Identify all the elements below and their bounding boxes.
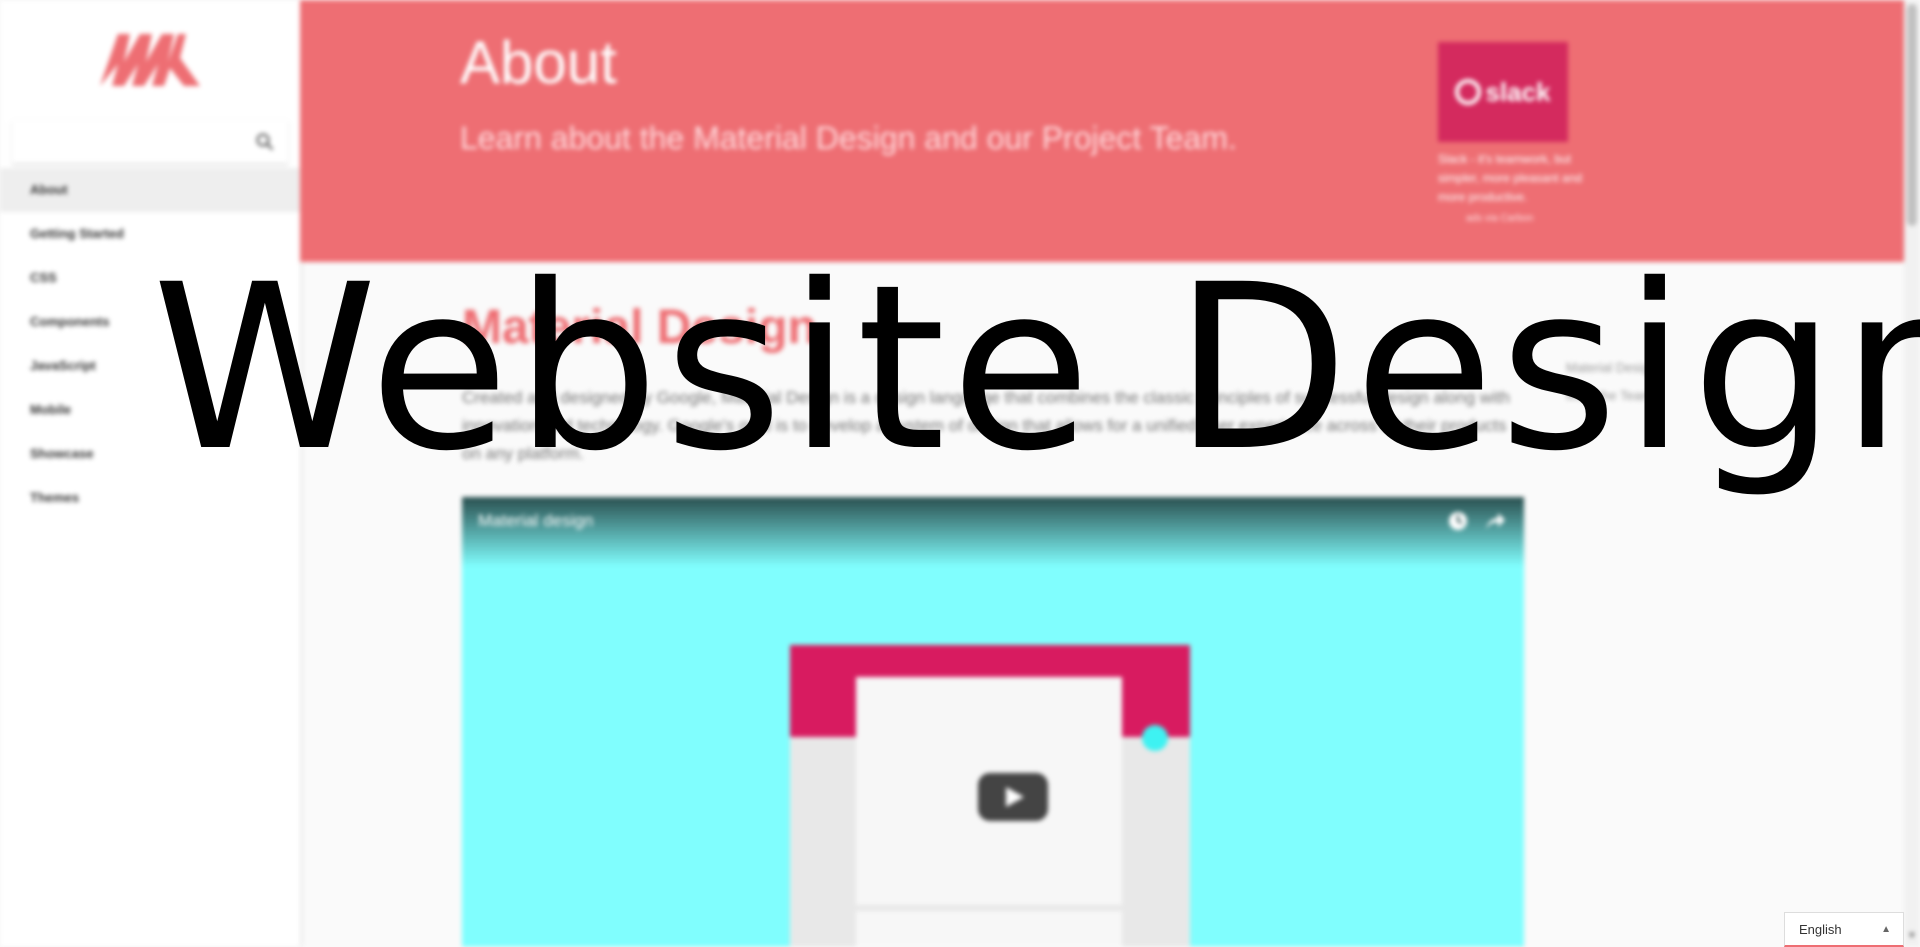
device-card-secondary: [856, 911, 1122, 947]
materialize-logo[interactable]: [96, 28, 206, 90]
video-title[interactable]: Material design: [478, 511, 593, 531]
video-top-bar: [462, 497, 1524, 567]
ad-text[interactable]: Slack - it's teamwork, but simpler, more…: [1438, 150, 1598, 207]
caret-up-icon: ▲: [1881, 924, 1891, 935]
scrollbar-thumb[interactable]: [1907, 4, 1917, 226]
slack-ad-image[interactable]: slack: [1438, 42, 1568, 142]
page-header: About Learn about the Material Design an…: [300, 0, 1904, 262]
language-selected: English: [1799, 922, 1842, 937]
watch-later-icon[interactable]: [1448, 511, 1468, 531]
device-fab: [1142, 725, 1168, 751]
search-input[interactable]: [12, 120, 288, 164]
slack-logo-icon: [1455, 79, 1482, 105]
play-button[interactable]: [978, 773, 1048, 821]
page-title: About: [460, 29, 617, 96]
share-icon[interactable]: [1484, 511, 1506, 531]
youtube-video-embed[interactable]: Material design: [462, 497, 1524, 947]
search-icon[interactable]: [256, 133, 274, 151]
page-subtitle: Learn about the Material Design and our …: [460, 120, 1237, 156]
scroll-down-arrow-icon[interactable]: ▼: [1907, 930, 1917, 940]
ad-via-link[interactable]: ads via Carbon: [1438, 213, 1598, 224]
overlay-title: Website Design: [152, 235, 1920, 501]
play-icon: [1006, 787, 1024, 807]
ad-brand: slack: [1485, 76, 1551, 107]
carbon-ad[interactable]: slack Slack - it's teamwork, but simpler…: [1438, 42, 1598, 224]
sidebar-item-about[interactable]: About: [0, 168, 300, 212]
language-select[interactable]: English ▲: [1784, 912, 1904, 947]
